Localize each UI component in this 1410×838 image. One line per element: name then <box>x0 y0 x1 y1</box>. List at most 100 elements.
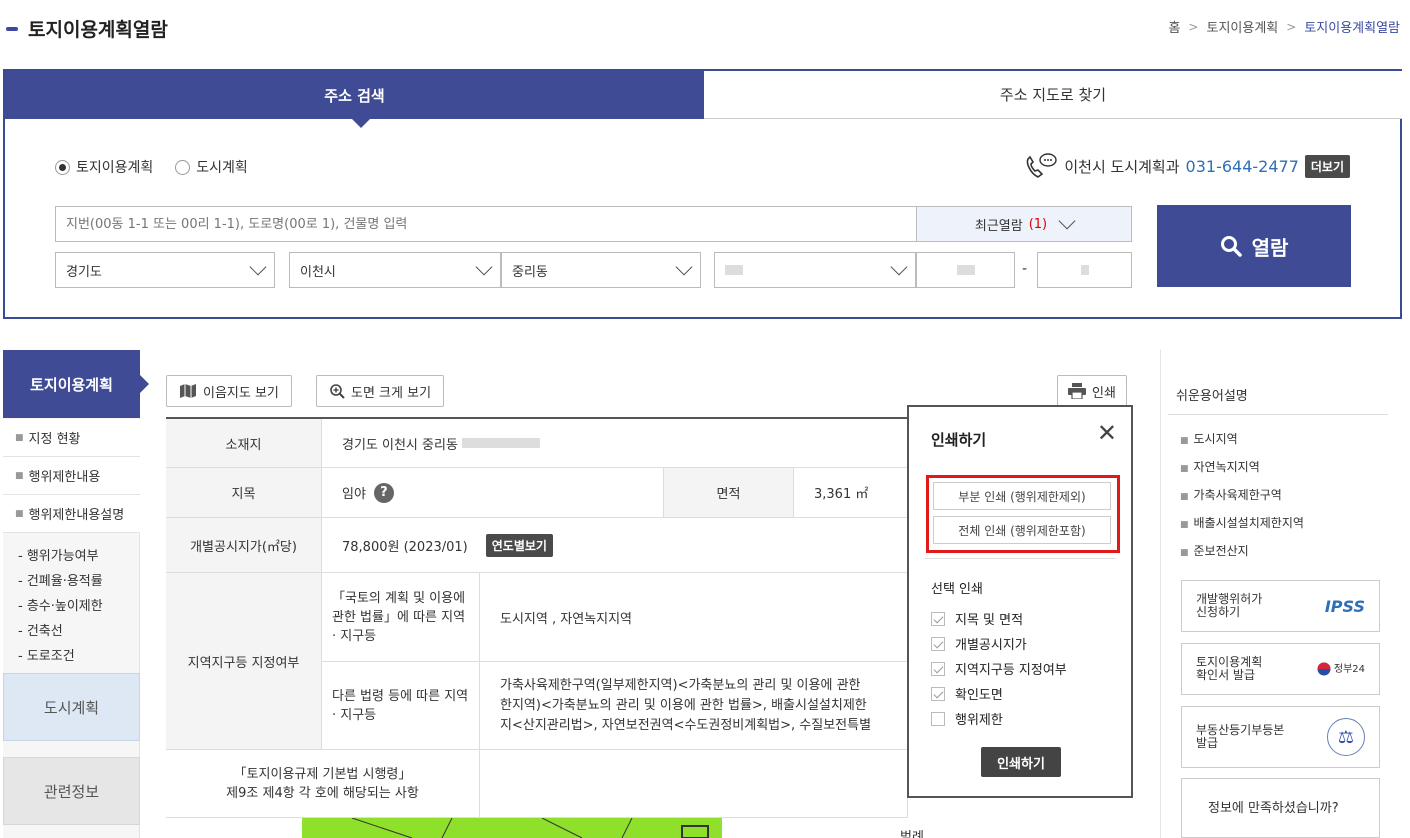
breadcrumb-land[interactable]: 토지이용계획 <box>1206 17 1278 36</box>
print-popup: 인쇄하기 ✕ 부분 인쇄 (행위제한제외) 전체 인쇄 (행위제한포함) 선택 … <box>907 405 1133 798</box>
print-option-zone[interactable]: 지역지구등 지정여부 <box>931 659 1067 678</box>
menu-restriction-desc[interactable]: ■ 행위제한내용설명 <box>3 495 140 533</box>
menu-sub-coverage[interactable]: - 건폐율·용적률 <box>18 570 103 589</box>
contact-phone[interactable]: 031-644-2477 <box>1186 157 1299 176</box>
redacted-value <box>725 265 743 275</box>
print-option-drawing[interactable]: 확인도면 <box>931 684 1003 703</box>
checkbox-icon[interactable] <box>931 661 945 676</box>
menu-land-plan[interactable]: 토지이용계획 <box>3 350 149 418</box>
print-option-restriction[interactable]: 행위제한 <box>931 709 1003 728</box>
map-icon <box>180 384 196 398</box>
select-dong[interactable]: 중리동 <box>501 252 701 288</box>
select-city[interactable]: 이천시 <box>289 252 501 288</box>
redacted-value <box>1080 265 1089 275</box>
glossary-item[interactable]: ■ 도시지역 <box>1180 430 1238 447</box>
phone-chat-icon <box>1027 153 1058 178</box>
divider <box>925 558 1115 559</box>
bullet-icon: ■ <box>1180 436 1189 446</box>
recent-view-dropdown[interactable]: 최근열람 (1) <box>916 206 1132 242</box>
select-print-label: 선택 인쇄 <box>931 582 983 597</box>
glossary-item[interactable]: ■ 배출시설설치제한지역 <box>1180 514 1304 531</box>
page-title: 토지이용계획열람 <box>6 15 168 42</box>
yearly-view-button[interactable]: 연도별보기 <box>485 533 553 557</box>
select-ri[interactable] <box>714 252 916 288</box>
menu-designation-status[interactable]: ■ 지정 현황 <box>3 419 140 457</box>
chevron-right-icon: > <box>1188 19 1199 34</box>
radio-dot-icon[interactable] <box>55 159 70 175</box>
survey-question: 정보에 만족하셨습니까? <box>1208 801 1339 816</box>
tab-address-search[interactable]: 주소 검색 <box>5 71 704 128</box>
zone-value-national: 도시지역 , 자연녹지지역 <box>480 573 908 662</box>
glossary-item[interactable]: ■ 준보전산지 <box>1180 542 1249 559</box>
print-popup-title: 인쇄하기 <box>931 431 987 449</box>
ipss-logo-icon: IPSS <box>1324 596 1365 616</box>
contact-info: 이천시 도시계획과 031-644-2477 더보기 <box>1022 151 1350 181</box>
land-cert-card[interactable]: 토지이용계획 확인서 발급 정부24 <box>1181 643 1380 695</box>
bullet-icon: ■ <box>1180 492 1189 502</box>
divider <box>1168 414 1388 415</box>
more-button[interactable]: 더보기 <box>1304 154 1350 178</box>
radio-land-plan[interactable]: 토지이용계획 <box>55 157 153 177</box>
menu-sub-road[interactable]: - 도로조건 <box>18 645 75 664</box>
help-icon[interactable]: ? <box>373 482 394 503</box>
select-province[interactable]: 경기도 <box>55 252 275 288</box>
zoom-in-icon <box>330 384 345 399</box>
plan-type-radio-group: 토지이용계획 도시계획 <box>55 157 248 177</box>
menu-city-plan[interactable]: 도시계획 <box>3 673 140 741</box>
chevron-down-icon <box>1058 212 1076 230</box>
lot-main-input[interactable] <box>916 252 1015 288</box>
bullet-icon: ■ <box>1180 520 1189 530</box>
do-print-button[interactable]: 인쇄하기 <box>981 747 1061 777</box>
chevron-down-icon <box>475 258 493 276</box>
map-view-button[interactable]: 이음지도 보기 <box>166 375 292 407</box>
location-value: 경기도 이천시 중리동 <box>322 419 908 468</box>
view-button[interactable]: 열람 <box>1157 205 1351 287</box>
area-value: 3,361 ㎡ <box>794 468 908 518</box>
lot-sub-input[interactable] <box>1037 252 1132 288</box>
menu-sub-building-line[interactable]: - 건축선 <box>18 620 63 639</box>
price-value: 78,800원 (2023/01) 연도별보기 <box>322 518 908 573</box>
radio-dot-icon[interactable] <box>175 159 191 175</box>
print-option-price[interactable]: 개별공시지가 <box>931 634 1027 653</box>
glossary-item[interactable]: ■ 가축사육제한구역 <box>1180 486 1282 503</box>
address-search-input[interactable] <box>55 206 917 242</box>
bullet-icon: ■ <box>15 432 24 443</box>
print-option-land[interactable]: 지목 및 면적 <box>931 609 1023 628</box>
menu-related-info[interactable]: 관련정보 <box>3 757 140 825</box>
chevron-down-icon <box>890 258 908 276</box>
map-preview[interactable] <box>302 817 722 838</box>
dev-permit-card[interactable]: 개발행위허가 신청하기 IPSS <box>1181 580 1380 632</box>
full-print-button[interactable]: 전체 인쇄 (행위제한포함) <box>933 516 1111 544</box>
bullet-icon: ■ <box>15 508 24 519</box>
registry-card[interactable]: 부동산등기부등본 발급 ⚖ <box>1181 706 1380 768</box>
menu-sub-allowed[interactable]: - 행위가능여부 <box>18 545 99 564</box>
zoom-drawing-button[interactable]: 도면 크게 보기 <box>316 375 445 407</box>
breadcrumb-home[interactable]: 홈 <box>1168 17 1180 36</box>
close-icon[interactable]: ✕ <box>1097 419 1117 447</box>
print-button[interactable]: 인쇄 <box>1057 375 1127 407</box>
checkbox-icon[interactable] <box>931 636 945 651</box>
checkbox-icon[interactable] <box>931 686 945 701</box>
recent-count: (1) <box>1028 216 1048 232</box>
land-category-label: 지목 <box>166 468 322 518</box>
checkbox-icon[interactable] <box>931 711 945 726</box>
chevron-right-icon: > <box>1286 19 1297 34</box>
lot-dash: - <box>1022 261 1028 277</box>
land-category-value: 임야 ? <box>322 468 664 518</box>
glossary-item[interactable]: ■ 자연녹지지역 <box>1180 458 1260 475</box>
radio-city-plan[interactable]: 도시계획 <box>175 157 248 177</box>
zone-sub-other: 다른 법령 등에 따른 지역 · 지구등 <box>322 662 480 750</box>
regulation-label: 「토지이용규제 기본법 시행령」 제9조 제4항 각 호에 해당되는 사항 <box>166 750 480 818</box>
chevron-down-icon <box>249 258 267 276</box>
menu-restriction[interactable]: ■ 행위제한내용 <box>3 457 140 495</box>
glossary-title: 쉬운용어설명 <box>1176 389 1248 404</box>
area-label: 면적 <box>664 468 794 518</box>
contact-label: 이천시 도시계획과 <box>1064 157 1180 176</box>
partial-print-button[interactable]: 부분 인쇄 (행위제한제외) <box>933 482 1111 510</box>
breadcrumb: 홈 > 토지이용계획 > 토지이용계획열람 <box>1168 17 1400 37</box>
menu-sub-height[interactable]: - 층수·높이제한 <box>18 595 103 614</box>
land-info-table: 소재지 경기도 이천시 중리동 지목 임야 ? 면적 3,361 ㎡ 개별공시지… <box>166 417 908 838</box>
bullet-icon: ■ <box>15 470 24 481</box>
tab-map-search[interactable]: 주소 지도로 찾기 <box>704 71 1402 119</box>
checkbox-icon[interactable] <box>931 611 945 626</box>
